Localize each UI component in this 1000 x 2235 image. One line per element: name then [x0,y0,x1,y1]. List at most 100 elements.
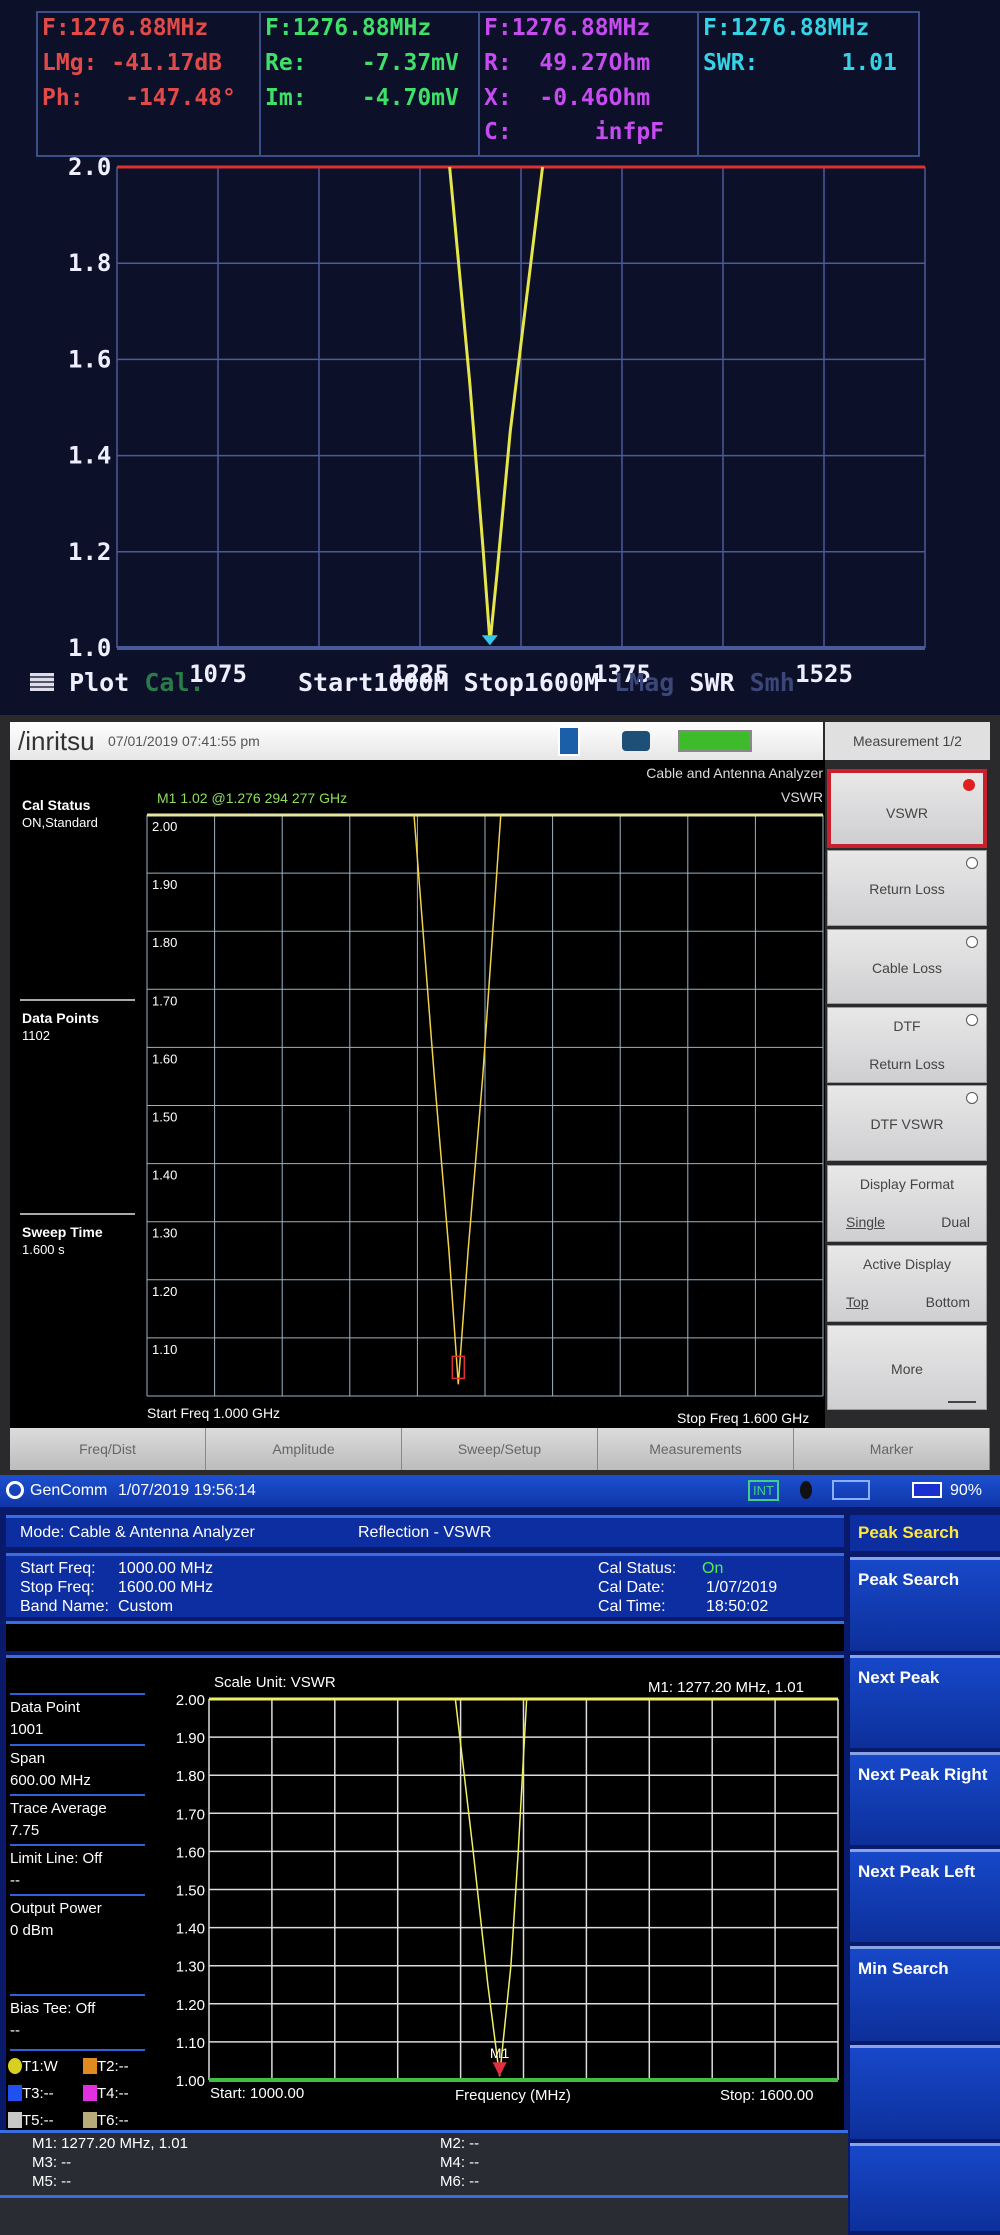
y-tick-label: 1.80 [176,1768,205,1785]
option-bottom[interactable]: Bottom [926,1294,970,1310]
y-tick-label: 1.90 [176,1730,205,1747]
stop-label: Stop: 1600.00 [720,2087,814,2104]
menu-button-return-loss[interactable]: Return Loss [827,850,987,926]
start-button[interactable]: Start1000M [298,668,449,697]
y-tick-label: 1.8 [68,249,111,277]
stop-button[interactable]: Stop1600M [464,668,599,697]
smith-button[interactable]: Smh [750,668,795,697]
radio-icon [966,1014,978,1026]
marker-entry: M2: -- [440,2135,480,2152]
menu-button-label: VSWR [886,804,928,821]
softkey-label: Next Peak [858,1668,940,1687]
menu-title: Peak Search [850,1515,1000,1551]
trace-line [448,166,545,644]
marker-entry: M4: -- [440,2154,480,2171]
menu-button-label: DTF [893,1018,921,1034]
tab-freq-dist[interactable]: Freq/Dist [10,1428,206,1470]
arrow-right-icon [948,1401,976,1403]
menu-button-label: More [891,1360,923,1377]
menu-button-label: DTF VSWR [870,1116,944,1132]
softkey-min-search[interactable]: Min Search [850,1946,1000,2041]
menu-button-label: Cable Loss [871,959,943,976]
menu-button-vswr[interactable]: VSWR [827,769,987,848]
radio-icon [966,936,978,948]
y-tick-label: 1.10 [152,1342,177,1357]
menu-button-active-display[interactable]: Active Display Top Bottom [827,1245,987,1322]
bottom-bar: Plot Cal. [30,668,205,697]
y-tick-label: 1.30 [152,1226,177,1241]
y-tick-label: 2.0 [68,153,111,181]
softkey-label: Next Peak Left [858,1862,976,1881]
y-tick-label: 1.40 [176,1921,205,1938]
cal-button[interactable]: Cal. [144,668,204,697]
y-tick-label: 1.0 [68,634,111,662]
y-tick-label: 1.70 [176,1806,205,1823]
y-tick-label: 2.00 [176,1692,205,1709]
tab-amplitude[interactable]: Amplitude [206,1428,402,1470]
option-top[interactable]: Top [846,1294,869,1310]
tab-marker[interactable]: Marker [794,1428,990,1470]
y-tick-label: 1.70 [152,993,177,1008]
lmag-button[interactable]: LMag [614,668,674,697]
y-tick-label: 1.00 [176,2073,205,2090]
menu-button-label: Display Format [859,1176,955,1192]
trace-line [454,1698,528,2077]
softkey-next-peak-right[interactable]: Next Peak Right [850,1752,1000,1845]
y-tick-label: 1.90 [152,877,177,892]
marker-icon[interactable] [481,635,498,646]
softkey-empty[interactable] [850,2045,1000,2139]
y-tick-label: 1.4 [68,442,111,470]
menu-button-more[interactable]: More [827,1325,987,1410]
radio-icon [966,1092,978,1104]
option-dual[interactable]: Dual [941,1214,970,1230]
marker-entry: M3: -- [32,2154,72,2171]
marker-entry: M6: -- [440,2173,480,2190]
menu-button-label: Active Display [863,1256,951,1272]
x-tick-label: 1525 [795,660,853,688]
softkey-label: Min Search [858,1959,949,1978]
y-tick-label: 1.50 [152,1110,177,1125]
y-tick-label: 1.20 [176,1997,205,2014]
softkey-label: Peak Search [858,1570,960,1589]
softkey-empty[interactable] [850,2143,1000,2231]
softkey-label: Next Peak Right [858,1765,988,1784]
menu-button-dtf[interactable]: DTF Return Loss [827,1007,987,1083]
anritsu-screen: /inritsu 07/01/2019 07:41:55 pm Measurem… [0,715,1000,1475]
menu-button-sublabel: Return Loss [869,1056,945,1072]
start-freq-label: Start Freq 1.000 GHz [147,1405,281,1421]
vna-screen: F:1276.88MHz LMg: -41.17dB Ph: -147.48° … [0,0,1000,715]
y-tick-label: 1.6 [68,345,111,373]
menu-button-cable-loss[interactable]: Cable Loss [827,929,987,1004]
y-tick-label: 1.60 [176,1844,205,1861]
softkey-next-peak[interactable]: Next Peak [850,1655,1000,1748]
swr-button[interactable]: SWR [689,668,734,697]
softkey-next-peak-left[interactable]: Next Peak Left [850,1849,1000,1942]
y-tick-label: 1.20 [152,1284,177,1299]
footer-bar [0,2195,848,2235]
y-tick-label: 1.30 [176,1959,205,1976]
trace-line [413,814,502,1385]
menu-button-dtf-vswr[interactable]: DTF VSWR [827,1085,987,1161]
y-tick-label: 1.80 [152,935,177,950]
y-tick-label: 1.2 [68,538,111,566]
menu-icon[interactable] [30,673,54,691]
marker-label: M1 [490,2045,510,2061]
tab-measurements[interactable]: Measurements [598,1428,794,1470]
gencomm-screen: GenComm 1/07/2019 19:56:14 INT 90% Mode:… [0,1475,1000,2235]
softkey-peak-search[interactable]: Peak Search [850,1557,1000,1651]
x-axis-label: Frequency (MHz) [455,2087,571,2104]
tab-sweep-setup[interactable]: Sweep/Setup [402,1428,598,1470]
y-tick-label: 1.10 [176,2035,205,2052]
sweep-range: Start1000M Stop1600M LMag SWR Smh [298,668,795,697]
radio-icon [966,857,978,869]
marker-entry: M1: 1277.20 MHz, 1.01 [32,2135,188,2152]
option-single[interactable]: Single [846,1214,885,1230]
y-tick-label: 1.40 [152,1168,177,1183]
radio-icon [963,779,975,791]
marker-icon[interactable] [492,2062,507,2077]
plot-button[interactable]: Plot [69,668,129,697]
start-label: Start: 1000.00 [210,2085,305,2102]
menu-button-display-format[interactable]: Display Format Single Dual [827,1165,987,1242]
y-tick-label: 1.60 [152,1051,177,1066]
marker-entry: M5: -- [32,2173,72,2190]
